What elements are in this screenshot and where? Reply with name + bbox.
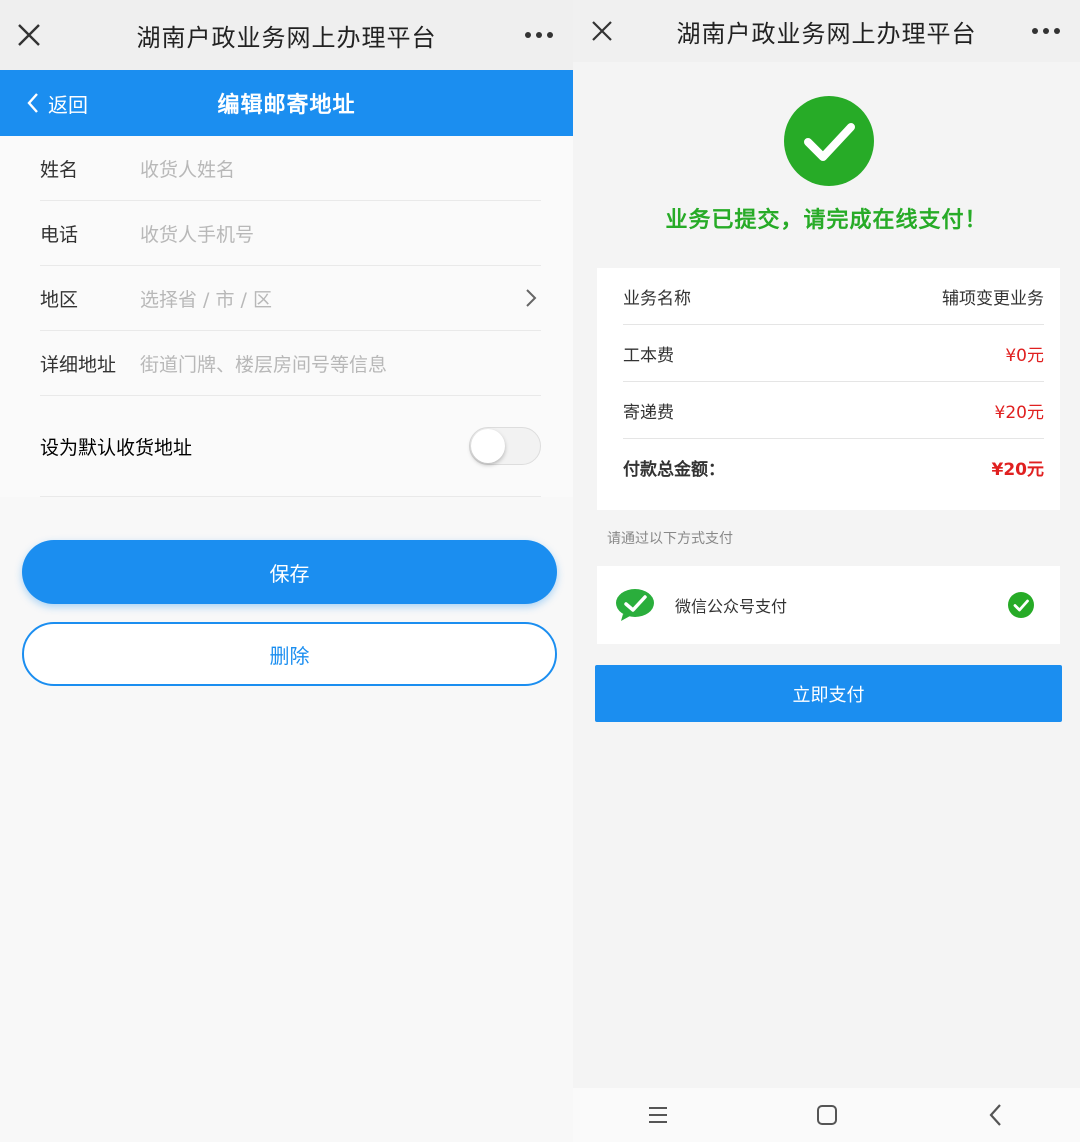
row-label: 业务名称 [623, 288, 691, 309]
region-label: 地区 [40, 288, 79, 311]
region-select[interactable]: 选择省 / 市 / 区 [140, 285, 272, 312]
phone-input[interactable]: 收货人手机号 [140, 220, 254, 247]
row-label: 寄递费 [623, 402, 674, 423]
default-address-label: 设为默认收货地址 [40, 436, 193, 459]
edit-address-screen: 湖南户政业务网上办理平台 返回 编辑邮寄地址 姓名 收货人姓名 电话 收货人手机… [0, 0, 573, 1142]
address-form: 姓名 收货人姓名 电话 收货人手机号 地区 选择省 / 市 / 区 详细地址 街… [0, 136, 573, 497]
chevron-left-icon [27, 93, 38, 113]
default-address-toggle[interactable] [469, 427, 541, 465]
detail-address-field[interactable]: 详细地址 街道门牌、楼层房间号等信息 [40, 331, 541, 396]
row-label: 工本费 [623, 345, 674, 366]
menu-icon[interactable] [643, 1100, 673, 1130]
payment-screen: 湖南户政业务网上办理平台 业务已提交，请完成在线支付！ 业务名称 辅项变更业务 … [573, 0, 1080, 1142]
pay-now-button[interactable]: 立即支付 [595, 665, 1062, 722]
selected-check-icon [1008, 592, 1034, 618]
phone-label: 电话 [40, 223, 79, 246]
detail-address-input[interactable]: 街道门牌、楼层房间号等信息 [140, 350, 387, 377]
total-amount-row: 付款总金额： ¥20元 [623, 439, 1044, 495]
back-button[interactable]: 返回 [26, 70, 88, 136]
delivery-fee-row: 寄递费 ¥20元 [623, 382, 1044, 439]
region-field[interactable]: 地区 选择省 / 市 / 区 [40, 266, 541, 331]
more-icon[interactable] [525, 32, 553, 38]
business-name-row: 业务名称 辅项变更业务 [623, 268, 1044, 325]
page-header: 返回 编辑邮寄地址 [0, 70, 573, 136]
title-bar: 湖南户政业务网上办理平台 [573, 0, 1080, 62]
success-message: 业务已提交，请完成在线支付！ [665, 208, 988, 233]
home-icon[interactable] [812, 1100, 842, 1130]
name-label: 姓名 [40, 158, 79, 181]
cost-fee-row: 工本费 ¥0元 [623, 325, 1044, 382]
pay-prompt: 请通过以下方式支付 [607, 531, 733, 547]
payment-method-option[interactable]: 微信公众号支付 [597, 566, 1060, 644]
toggle-knob [471, 429, 505, 463]
window-title: 湖南户政业务网上办理平台 [136, 23, 437, 52]
name-input[interactable]: 收货人姓名 [140, 155, 235, 182]
title-bar: 湖南户政业务网上办理平台 [0, 0, 573, 70]
chevron-right-icon [526, 289, 537, 307]
page-title: 编辑邮寄地址 [217, 93, 356, 118]
detail-address-label: 详细地址 [40, 353, 117, 376]
payment-method-label: 微信公众号支付 [675, 597, 788, 616]
row-label: 付款总金额： [623, 459, 725, 480]
row-value: ¥20元 [991, 459, 1045, 480]
phone-field[interactable]: 电话 收货人手机号 [40, 201, 541, 266]
delete-button[interactable]: 删除 [22, 622, 557, 686]
row-value: ¥0元 [1005, 345, 1044, 366]
window-title: 湖南户政业务网上办理平台 [676, 19, 977, 48]
row-value: ¥20元 [994, 402, 1044, 423]
back-label: 返回 [48, 92, 88, 117]
name-field[interactable]: 姓名 收货人姓名 [40, 136, 541, 201]
system-nav-bar [573, 1088, 1080, 1142]
row-value: 辅项变更业务 [942, 288, 1044, 309]
order-summary-card: 业务名称 辅项变更业务 工本费 ¥0元 寄递费 ¥20元 付款总金额： ¥20元 [597, 268, 1060, 510]
check-circle-icon [784, 96, 874, 186]
close-icon[interactable] [589, 18, 615, 44]
save-button[interactable]: 保存 [22, 540, 557, 604]
default-address-row: 设为默认收货地址 [40, 396, 541, 497]
more-icon[interactable] [1032, 28, 1060, 34]
back-icon[interactable] [981, 1100, 1011, 1130]
wechat-icon [616, 589, 654, 621]
close-icon[interactable] [16, 22, 42, 48]
